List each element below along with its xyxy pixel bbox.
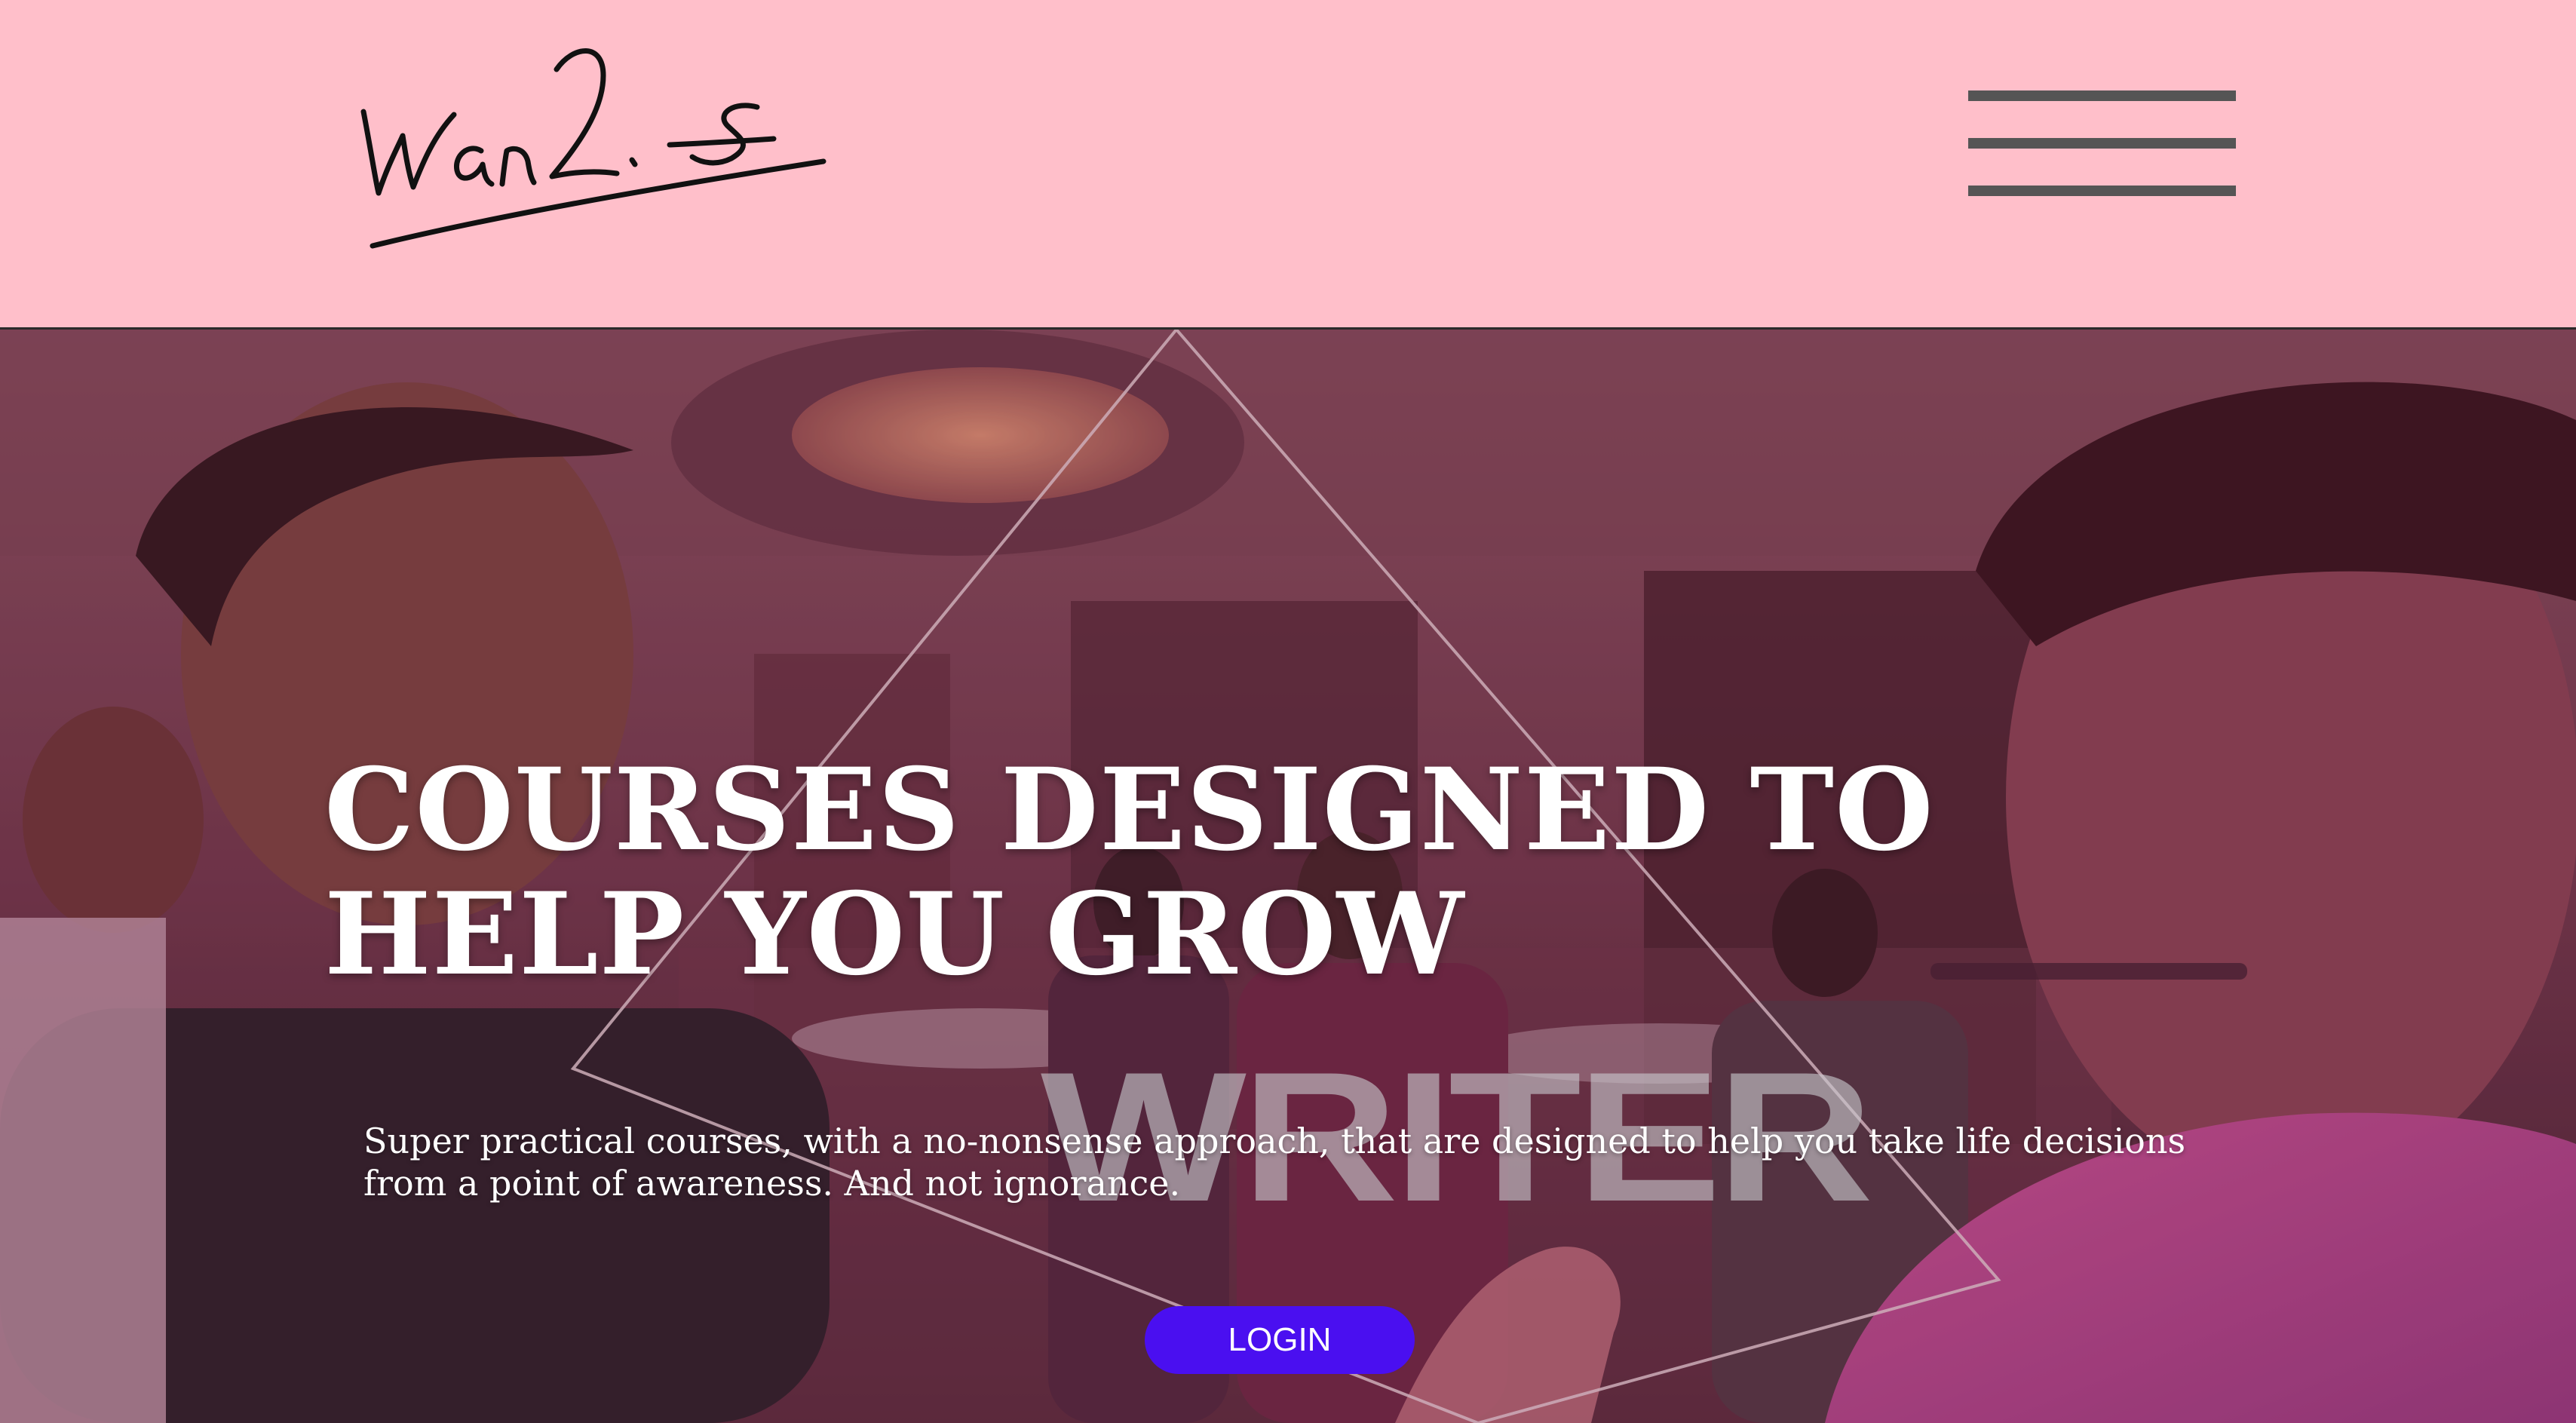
hamburger-menu-button[interactable] — [1961, 83, 2240, 204]
hero-subtitle: Super practical courses, with a no-nonse… — [363, 1121, 2186, 1204]
menu-line-bottom — [1968, 186, 2236, 196]
menu-line-top — [1968, 90, 2236, 101]
hero-title: COURSES DESIGNED TO HELP YOU GROW — [324, 744, 1934, 1001]
signature-logo[interactable] — [354, 23, 837, 264]
menu-line-middle — [1968, 138, 2236, 149]
signature-logo-icon — [360, 48, 826, 249]
login-button[interactable]: LOGIN — [1145, 1306, 1415, 1374]
site-header — [0, 0, 2576, 330]
hero-section: COURSES DESIGNED TO HELP YOU GROW WRITER… — [0, 330, 2576, 1423]
